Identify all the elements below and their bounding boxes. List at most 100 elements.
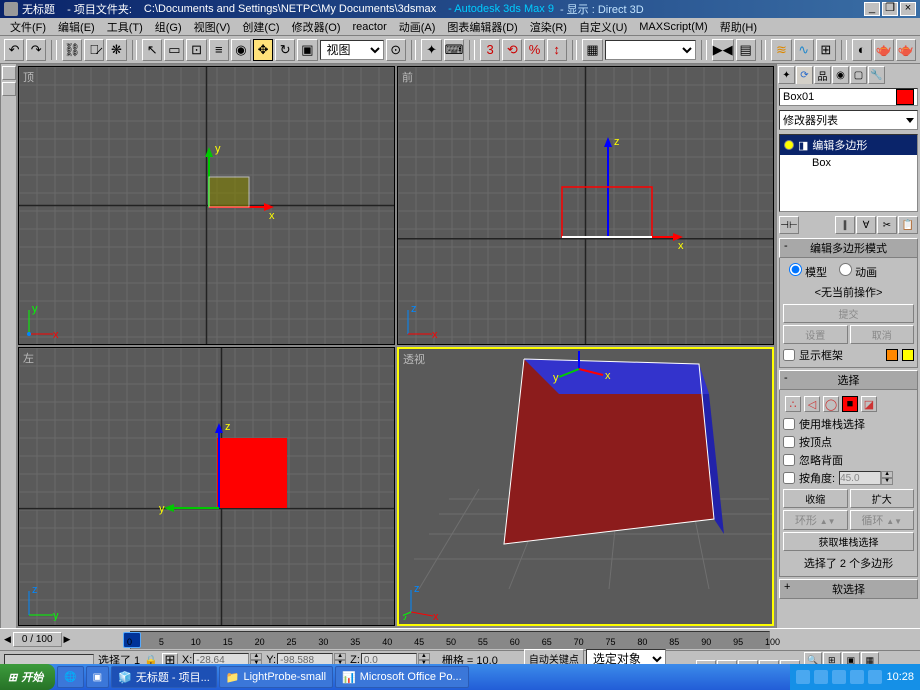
- menu-create[interactable]: 创建(C): [236, 18, 285, 36]
- taskbar-quick-1[interactable]: 🌐: [57, 666, 83, 688]
- ref-coord-system[interactable]: 视图: [320, 40, 384, 60]
- clock[interactable]: 10:28: [886, 671, 914, 683]
- close-button[interactable]: ×: [900, 2, 916, 16]
- ignore-backface-checkbox[interactable]: [783, 454, 795, 466]
- modifier-list-dropdown[interactable]: 修改器列表: [779, 110, 918, 130]
- minimize-button[interactable]: _: [864, 2, 880, 16]
- menu-rendering[interactable]: 渲染(R): [524, 18, 573, 36]
- tab-motion[interactable]: ◉: [832, 66, 849, 84]
- undo-button[interactable]: ↶: [4, 39, 24, 61]
- start-button[interactable]: ⊞ 开始: [0, 664, 55, 690]
- rollout-selection[interactable]: -选择: [779, 370, 918, 390]
- menu-animation[interactable]: 动画(A): [393, 18, 442, 36]
- rollout-edit-poly-mode[interactable]: -编辑多边形模式: [779, 238, 918, 258]
- tab-hierarchy[interactable]: 品: [814, 66, 831, 84]
- material-editor-button[interactable]: ◐: [852, 39, 872, 61]
- menu-maxscript[interactable]: MAXScript(M): [633, 20, 713, 34]
- modifier-edit-poly[interactable]: ◨ 编辑多边形: [780, 135, 917, 155]
- curve-editor-button[interactable]: ∿: [794, 39, 814, 61]
- system-tray[interactable]: 10:28: [790, 664, 920, 690]
- unlink-button[interactable]: ⛓̷: [84, 39, 104, 61]
- pin-stack-button[interactable]: ⊣⊢: [779, 216, 799, 234]
- keyboard-shortcut-button[interactable]: ⌨: [444, 39, 465, 61]
- rollout-soft-selection[interactable]: +软选择: [779, 579, 918, 599]
- select-region-rect-button[interactable]: ▭: [164, 39, 184, 61]
- time-slider[interactable]: ◀ 0 / 100 ▶: [0, 632, 130, 647]
- menu-file[interactable]: 文件(F): [4, 18, 52, 36]
- loop-button[interactable]: 循环 ▲▼: [850, 510, 915, 530]
- move-button[interactable]: ✥: [253, 39, 273, 61]
- subobj-polygon[interactable]: ■: [842, 396, 858, 412]
- time-ruler[interactable]: 0510152025303540455055606570758085909510…: [130, 631, 770, 649]
- get-stack-sel-button[interactable]: 获取堆栈选择: [783, 532, 914, 551]
- tray-icon-4[interactable]: [850, 670, 864, 684]
- select-link-button[interactable]: ⛓: [62, 39, 82, 61]
- menu-views[interactable]: 视图(V): [188, 18, 237, 36]
- grow-button[interactable]: 扩大: [850, 489, 915, 508]
- render-scene-button[interactable]: 🫖: [874, 39, 894, 61]
- taskbar-item-lightprobe[interactable]: 📁LightProbe-small: [219, 666, 333, 688]
- named-selection-edit-button[interactable]: ▦: [582, 39, 602, 61]
- subobj-element[interactable]: ◪: [861, 396, 877, 412]
- configure-sets-button[interactable]: 📋: [898, 216, 918, 234]
- viewport-perspective[interactable]: 透视 yx z: [397, 347, 774, 626]
- commit-button[interactable]: 提交: [783, 304, 914, 323]
- select-circular-button[interactable]: ◉: [231, 39, 251, 61]
- mirror-button[interactable]: ▶◀: [712, 39, 734, 61]
- taskbar-item-3dsmax[interactable]: 🧊无标题 - 项目...: [111, 666, 217, 688]
- taskbar-item-office[interactable]: 📊Microsoft Office Po...: [335, 666, 469, 688]
- cancel-button[interactable]: 取消: [850, 325, 915, 344]
- schematic-view-button[interactable]: ⊞: [816, 39, 836, 61]
- modifier-stack[interactable]: ◨ 编辑多边形 Box: [779, 134, 918, 212]
- named-selection-dropdown[interactable]: [605, 40, 696, 60]
- object-name-field[interactable]: Box01: [779, 88, 918, 106]
- tab-create[interactable]: ✦: [778, 66, 795, 84]
- by-angle-checkbox[interactable]: [783, 472, 795, 484]
- redo-button[interactable]: ↷: [26, 39, 46, 61]
- object-color-swatch[interactable]: [896, 89, 914, 105]
- tab-display[interactable]: ▢: [850, 66, 867, 84]
- show-cage-checkbox[interactable]: [783, 349, 795, 361]
- menu-graph-editors[interactable]: 图表编辑器(D): [441, 18, 523, 36]
- make-unique-button[interactable]: ∀: [856, 216, 876, 234]
- cage-color-2[interactable]: [902, 349, 914, 361]
- time-slider-handle[interactable]: 0 / 100: [13, 632, 62, 647]
- maximize-button[interactable]: ❐: [882, 2, 898, 16]
- reactor-btn-2[interactable]: [2, 82, 16, 96]
- cage-color-1[interactable]: [886, 349, 898, 361]
- menu-group[interactable]: 组(G): [149, 18, 188, 36]
- select-region-window-button[interactable]: ⊡: [186, 39, 206, 61]
- menu-help[interactable]: 帮助(H): [714, 18, 763, 36]
- reactor-btn-1[interactable]: [2, 66, 16, 80]
- tray-icon-1[interactable]: [796, 670, 810, 684]
- remove-modifier-button[interactable]: ✂: [877, 216, 897, 234]
- angle-spinner[interactable]: ▲▼: [839, 471, 893, 485]
- percent-snap-button[interactable]: %: [524, 39, 544, 61]
- viewport-top[interactable]: 顶 y x yx: [18, 66, 395, 345]
- subobj-edge[interactable]: ◁: [804, 396, 820, 412]
- show-end-result-button[interactable]: ∥: [835, 216, 855, 234]
- select-button[interactable]: ↖: [142, 39, 162, 61]
- radio-animate[interactable]: 动画: [839, 263, 877, 280]
- tab-modify[interactable]: ⟳: [796, 66, 813, 84]
- subobj-vertex[interactable]: ∴: [785, 396, 801, 412]
- scale-button[interactable]: ▣: [297, 39, 317, 61]
- viewport-front[interactable]: 前 z x zx: [397, 66, 774, 345]
- radio-model[interactable]: 模型: [789, 263, 827, 280]
- tab-utilities[interactable]: 🔧: [868, 66, 885, 84]
- snap-toggle-button[interactable]: 3: [480, 39, 500, 61]
- menu-modifiers[interactable]: 修改器(O): [286, 18, 347, 36]
- rotate-button[interactable]: ↻: [275, 39, 295, 61]
- taskbar-quick-2[interactable]: ▣: [86, 666, 109, 688]
- quick-render-button[interactable]: 🫖: [896, 39, 916, 61]
- by-vertex-checkbox[interactable]: [783, 436, 795, 448]
- tray-icon-5[interactable]: [868, 670, 882, 684]
- align-button[interactable]: ▤: [736, 39, 756, 61]
- layers-button[interactable]: ≋: [771, 39, 791, 61]
- tray-icon-2[interactable]: [814, 670, 828, 684]
- settings-button[interactable]: 设置: [783, 325, 848, 344]
- menu-reactor[interactable]: reactor: [347, 20, 393, 34]
- select-by-name-button[interactable]: ≡: [209, 39, 229, 61]
- select-manip-button[interactable]: ✦: [421, 39, 441, 61]
- menu-tools[interactable]: 工具(T): [101, 18, 149, 36]
